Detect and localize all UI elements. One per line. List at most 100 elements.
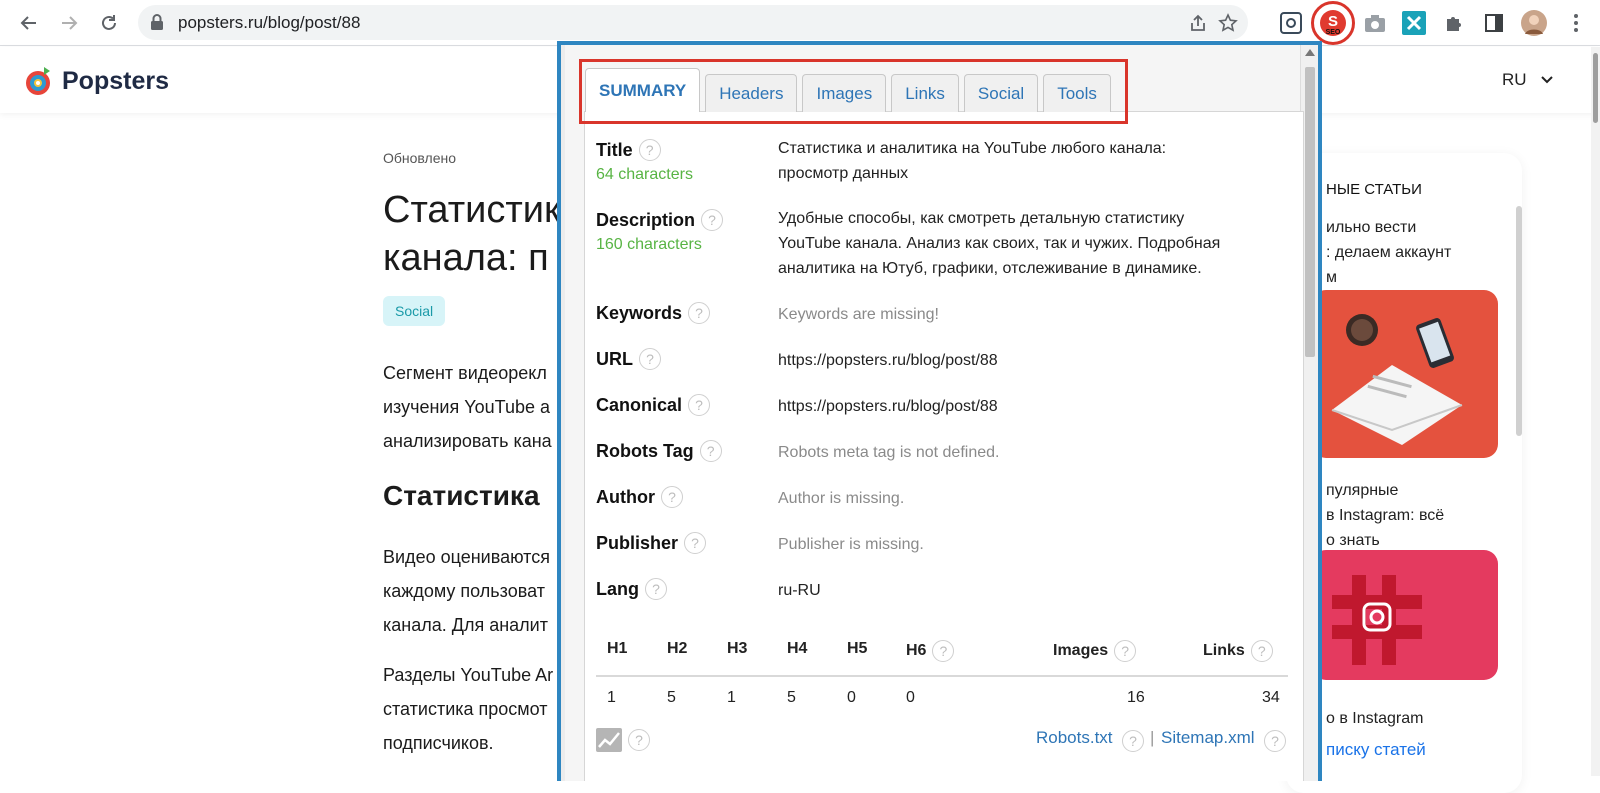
h1-header: H1 xyxy=(607,640,628,657)
forward-arrow-icon[interactable] xyxy=(54,8,84,38)
sidebar-article-title[interactable]: пулярные в Instagram: всё о знать xyxy=(1326,478,1444,553)
h6-header: H6? xyxy=(906,640,955,662)
lang-value: ru-RU xyxy=(778,582,821,599)
camera-extension-icon[interactable] xyxy=(1361,9,1389,37)
seo-extension-icon[interactable]: S SEO xyxy=(1319,9,1347,37)
tab-summary[interactable]: SUMMARY xyxy=(585,68,701,112)
help-icon[interactable]: ? xyxy=(932,640,955,662)
tab-social[interactable]: Social xyxy=(963,74,1039,112)
all-articles-link[interactable]: писку статей xyxy=(1326,740,1426,760)
tab-images[interactable]: Images xyxy=(802,74,887,112)
side-panel-icon[interactable] xyxy=(1480,9,1508,37)
tab-links[interactable]: Links xyxy=(891,74,959,112)
browser-menu-icon[interactable] xyxy=(1562,9,1590,37)
category-tag[interactable]: Social xyxy=(383,296,446,326)
url-label: URL? xyxy=(596,348,661,370)
help-icon[interactable]: ? xyxy=(1114,640,1137,662)
tab-headers[interactable]: Headers xyxy=(705,74,798,112)
url-text[interactable]: popsters.ru/blog/post/88 xyxy=(178,13,360,33)
updated-label: Обновлено xyxy=(383,150,457,166)
help-icon[interactable]: ? xyxy=(688,302,711,324)
h3-header: H3 xyxy=(727,640,748,657)
reload-icon[interactable] xyxy=(94,8,124,38)
keywords-label: Keywords? xyxy=(596,302,711,324)
description-value: Удобные способы, как смотреть детальную … xyxy=(778,210,1221,277)
images-count: 16 xyxy=(1127,689,1145,706)
sidebar-article-image[interactable] xyxy=(1312,550,1498,680)
language-label: RU xyxy=(1502,70,1527,89)
title-char-count: 64 characters xyxy=(596,166,693,183)
sitemap-xml-link[interactable]: Sitemap.xml xyxy=(1161,728,1255,748)
profile-avatar[interactable] xyxy=(1520,9,1548,37)
share-icon[interactable] xyxy=(1186,11,1210,35)
robots-tag-value: Robots meta tag is not defined. xyxy=(778,444,1000,461)
article-subheading: Статистика xyxy=(383,480,540,511)
help-icon[interactable]: ? xyxy=(701,209,724,231)
extensions-puzzle-icon[interactable] xyxy=(1440,9,1468,37)
h5-count: 0 xyxy=(847,689,856,706)
links-header: Links? xyxy=(1203,640,1273,662)
robots-txt-link[interactable]: Robots.txt xyxy=(1036,728,1113,748)
h4-count: 5 xyxy=(787,689,796,706)
help-icon[interactable]: ? xyxy=(638,139,661,161)
h1-count: 1 xyxy=(607,689,616,706)
chart-icon[interactable] xyxy=(596,728,622,752)
h2-count: 5 xyxy=(667,689,676,706)
h6-count: 0 xyxy=(906,689,915,706)
language-switcher[interactable]: RU xyxy=(1502,70,1553,90)
description-char-count: 160 characters xyxy=(596,236,702,253)
h5-header: H5 xyxy=(847,640,868,657)
help-icon[interactable]: ? xyxy=(660,486,683,508)
canonical-value: https://popsters.ru/blog/post/88 xyxy=(778,398,998,415)
tab-tools[interactable]: Tools xyxy=(1043,74,1111,112)
keywords-value: Keywords are missing! xyxy=(778,306,939,323)
robots-tag-label: Robots Tag? xyxy=(596,440,722,462)
links-count: 34 xyxy=(1262,689,1280,706)
seo-tabs: SUMMARY Headers Images Links Social Tool… xyxy=(585,68,1111,112)
canonical-label: Canonical? xyxy=(596,394,711,416)
bookmark-star-icon[interactable] xyxy=(1216,11,1240,35)
link-separator: | xyxy=(1150,728,1155,747)
x-extension-icon[interactable] xyxy=(1400,9,1428,37)
back-arrow-icon[interactable] xyxy=(14,8,44,38)
url-value: https://popsters.ru/blog/post/88 xyxy=(778,352,998,369)
author-label: Author? xyxy=(596,486,683,508)
help-icon[interactable]: ? xyxy=(1122,730,1144,752)
help-icon[interactable]: ? xyxy=(1264,730,1286,752)
address-bar[interactable]: popsters.ru/blog/post/88 xyxy=(138,5,1248,40)
site-logo[interactable]: Popsters xyxy=(24,65,169,97)
lang-label: Lang? xyxy=(596,578,667,600)
page-scrollbar[interactable] xyxy=(1591,47,1600,776)
help-icon[interactable]: ? xyxy=(684,532,707,554)
scrollbar-thumb[interactable] xyxy=(1305,67,1315,357)
sidebar-article-image[interactable] xyxy=(1312,290,1498,458)
lock-icon xyxy=(150,14,164,35)
sidebar-scrollbar[interactable] xyxy=(1516,206,1522,436)
help-icon[interactable]: ? xyxy=(639,348,661,370)
scroll-up-arrow-icon[interactable] xyxy=(1305,49,1315,56)
author-value: Author is missing. xyxy=(778,490,905,507)
publisher-label: Publisher? xyxy=(596,532,707,554)
title-label: Title? xyxy=(596,139,661,161)
popsters-logo-icon xyxy=(26,67,50,95)
help-icon[interactable]: ? xyxy=(645,578,667,600)
sidebar-article-title[interactable]: ильно вести : делаем аккаунт м xyxy=(1326,215,1451,290)
help-icon[interactable]: ? xyxy=(1250,640,1273,662)
article-title: Статистик канала: п xyxy=(383,189,561,279)
sidebar-heading: НЫЕ СТАТЬИ xyxy=(1326,181,1422,198)
article-paragraph: Сегмент видеорекл изучения YouTube а ана… xyxy=(383,363,552,451)
title-value: Статистика и аналитика на YouTube любого… xyxy=(778,140,1167,182)
h4-header: H4 xyxy=(787,640,808,657)
help-icon[interactable]: ? xyxy=(688,394,711,416)
svg-text:SEO: SEO xyxy=(1326,29,1341,36)
chart-toggle[interactable]: ? xyxy=(596,728,650,752)
help-icon[interactable]: ? xyxy=(699,440,722,462)
sidebar-article-title[interactable]: о в Instagram xyxy=(1326,706,1423,731)
stats-divider xyxy=(596,675,1288,677)
svg-text:S: S xyxy=(1328,13,1338,30)
h2-header: H2 xyxy=(667,640,688,657)
brand-name: Popsters xyxy=(62,66,169,95)
article-paragraph: Разделы YouTube Ar статистика просмот по… xyxy=(383,665,554,753)
help-icon[interactable]: ? xyxy=(628,729,650,751)
screen-capture-extension-icon[interactable] xyxy=(1277,9,1305,37)
